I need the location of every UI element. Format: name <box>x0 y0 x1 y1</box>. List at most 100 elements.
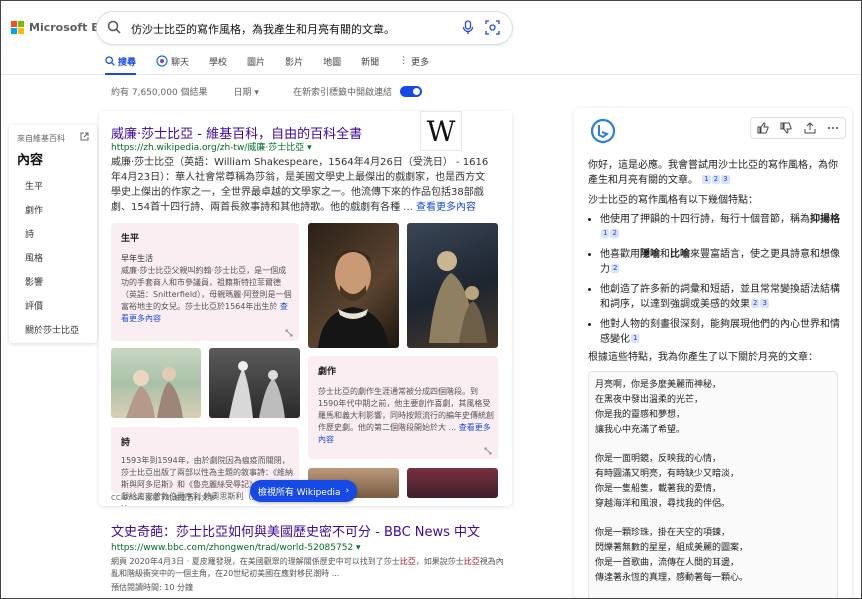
microsoft-logo-icon <box>11 21 24 34</box>
contents-item[interactable]: 詩 <box>25 227 79 251</box>
search-box[interactable]: 仿沙士比亞的寫作風格，為我產生和月亮有關的文章。 <box>97 12 512 44</box>
tab-news[interactable]: 新聞 <box>361 53 379 69</box>
view-all-wikipedia-button[interactable]: 檢視所有 Wikipedia › <box>250 480 357 502</box>
feature-item: 他對人物的刻畫很深刻，能夠展現他們的內心世界和情感變化1 <box>600 317 840 347</box>
external-link-icon[interactable] <box>80 132 89 141</box>
tab-search[interactable]: 搜尋 <box>105 53 137 75</box>
citation-badge[interactable]: 1 <box>631 334 640 343</box>
tab-school[interactable]: 學校 <box>209 53 227 69</box>
source-label: 來自維基百科 <box>17 134 65 143</box>
date-filter[interactable]: 日期 ▾ <box>234 85 259 98</box>
wikipedia-logo: W <box>420 111 462 151</box>
copilot-chat-panel: 你好，這是必應。我會嘗試用沙士比亞的寫作風格，為你產生和月亮有關的文章。 123… <box>574 108 852 598</box>
section-subheading: 早年生活 <box>121 254 153 263</box>
contents-item[interactable]: 評價 <box>25 299 79 323</box>
result-title[interactable]: 文史奇葩：莎士比亞如何與美國歷史密不可分 - BBC News 中文 <box>111 521 511 540</box>
portrait-illustration <box>318 250 389 348</box>
citation-badge[interactable]: 3 <box>760 299 769 308</box>
poem-line: 你是我的靈感和夢想， <box>595 410 686 420</box>
bing-chat-icon <box>590 118 616 144</box>
search-icon <box>105 56 115 66</box>
tab-chat[interactable]: 聊天 <box>156 53 189 69</box>
header: Microsoft Bing 仿沙士比亞的寫作風格，為我產生和月亮有關的文章。 … <box>1 1 861 75</box>
section-heading: 詩 <box>121 438 131 448</box>
search-query[interactable]: 仿沙士比亞的寫作風格，為我產生和月亮有關的文章。 <box>131 21 395 37</box>
visual-search-icon[interactable] <box>485 20 500 35</box>
share-icon[interactable] <box>804 122 816 134</box>
painting-image-dark[interactable] <box>407 223 498 348</box>
expand-icon[interactable] <box>285 329 293 337</box>
response-actions <box>750 117 846 139</box>
result-stats: 約有 7,650,000 個結果 日期 ▾ 在新索引標籤中開啟連結 <box>111 85 422 98</box>
features-title: 沙士比亞的寫作風格有以下幾個特點： <box>588 195 758 206</box>
citation-badge[interactable]: 2 <box>711 175 721 184</box>
citation-badge[interactable]: 1 <box>702 175 711 184</box>
citation-badge[interactable]: 2 <box>751 299 760 308</box>
wiki-result-url[interactable]: https://zh.wikipedia.org/zh-tw/威廉·莎士比亞 ▾ <box>111 140 312 153</box>
poem-line: 有時圓滿又明亮，有時缺少又暗淡， <box>595 469 740 479</box>
newtab-toggle[interactable] <box>399 86 422 97</box>
shakespeare-portrait-image[interactable] <box>308 223 399 348</box>
tab-maps[interactable]: 地圖 <box>323 53 341 69</box>
chevron-right-icon: › <box>345 486 350 496</box>
poem-line: 月亮啊，你是多麼美麗而神秘， <box>595 380 722 390</box>
thumbs-up-icon[interactable] <box>757 122 769 134</box>
tab-images[interactable]: 圖片 <box>247 53 265 69</box>
section-text: 莎士比亞的劇作生涯通常被分成四個階段。到1590年代中期之前，他主要創作喜劇，其… <box>318 387 494 444</box>
search-icon <box>107 20 121 34</box>
browser-page: Microsoft Bing 仿沙士比亞的寫作風格，為我產生和月亮有關的文章。 … <box>0 0 862 599</box>
wiki-description: 威廉·莎士比亞（英語：William Shakespeare，1564年4月26… <box>111 157 489 213</box>
nav-tabs: 搜尋 聊天 學校 圖片 影片 地圖 新聞 ⋮ 更多 <box>105 53 449 75</box>
poem-line: 你是一顆珍珠，掛在天空的項鍊， <box>595 528 731 538</box>
result-snippet: 網頁 2020年4月3日 · 夏皮羅發現，在美國觀眾的理解關係歷史中可以找到了莎… <box>111 557 504 578</box>
poem-block: 月亮啊，你是多麼美麗而神秘， 在黑夜中發出溫柔的光芒， 你是我的靈感和夢想， 讓… <box>588 371 838 598</box>
poem-line: 傳達著永恆的真理，感動著每一顆心。 <box>595 573 749 583</box>
citation-badge[interactable]: 3 <box>721 175 730 184</box>
tab-videos[interactable]: 影片 <box>285 53 303 69</box>
poem-line: 穿越海洋和風浪，尋找我的伴侶。 <box>595 499 731 509</box>
bottom-image-right[interactable] <box>407 468 498 498</box>
feature-item: 他使用了押韻的十四行詩，每行十個音節，稱為抑揚格12 <box>600 212 840 242</box>
wiki-more-link[interactable]: 查看更多內容 <box>416 202 476 213</box>
more-options-icon[interactable] <box>827 122 839 134</box>
thumbs-down-icon[interactable] <box>780 122 792 134</box>
etching-illustration <box>229 361 285 418</box>
result-url[interactable]: https://www.bbc.com/zhongwen/trad/world-… <box>111 543 511 553</box>
etching-image[interactable] <box>209 348 300 418</box>
reading-time: 預估閱讀時間: 10 分鐘 <box>111 583 193 592</box>
contents-item[interactable]: 風格 <box>25 251 79 275</box>
painting-illustration <box>429 251 487 343</box>
contents-item[interactable]: 影響 <box>25 275 79 299</box>
poem-line: 在黑夜中發出溫柔的光芒， <box>595 395 704 405</box>
contents-item[interactable]: 關於莎士比亞 <box>25 323 79 347</box>
result-count: 約有 7,650,000 個結果 <box>111 88 208 98</box>
citation-badge[interactable]: 1 <box>601 229 610 238</box>
chevron-down-icon: ▾ <box>254 88 259 98</box>
contents-list: 生平 劇作 詩 風格 影響 評價 關於莎士比亞 <box>25 179 79 347</box>
poem-line: 閃爍著無數的星星，組成美麗的圖案， <box>595 543 749 553</box>
chat-icon <box>156 55 168 67</box>
poem-line: 你是一面明鏡，反映我的心情， <box>595 454 722 464</box>
contents-item[interactable]: 劇作 <box>25 203 79 227</box>
tab-more[interactable]: ⋮ 更多 <box>399 53 429 69</box>
life-section-card[interactable]: 生平 早年生活 威廉·莎士比亞父親叫約翰·莎士比亞，是一個成功的手套商人和市參議… <box>111 223 299 341</box>
expand-icon[interactable] <box>484 447 492 455</box>
poem-line: 你是一隻船隻，載著我的愛情， <box>595 484 722 494</box>
poem-line: 讓我心中充滿了希望。 <box>595 425 686 435</box>
newtab-label: 在新索引標籤中開啟連結 <box>292 88 392 98</box>
license-text[interactable]: CC-BY-SA 授權下的維基百科文字 <box>111 493 215 503</box>
citation-badge[interactable]: 2 <box>611 264 620 273</box>
section-text: 威廉·莎士比亞父親叫約翰·莎士比亞，是一個成功的手套商人和市參議員，祖籍斯特拉菲… <box>121 266 292 323</box>
microphone-icon[interactable] <box>462 20 474 35</box>
drama-section-card[interactable]: 劇作 莎士比亞的劇作生涯通常被分成四個階段。到1590年代中期之前，他主要創作喜… <box>308 356 498 459</box>
citation-badge[interactable]: 2 <box>610 229 619 238</box>
section-heading: 生平 <box>121 234 140 244</box>
poem-lead: 根據這些特點，我為你產生了以下關於月亮的文章： <box>588 352 818 363</box>
wikipedia-result-card: 威廉·莎士比亞 - 維基百科，自由的百科全書 https://zh.wikipe… <box>99 111 512 506</box>
watercolor-image[interactable] <box>111 348 201 418</box>
search-result: 文史奇葩：莎士比亞如何與美國歷史密不可分 - BBC News 中文 https… <box>111 521 511 593</box>
poem-line: 你是一首歌曲，流傳在人間的耳邊， <box>595 558 740 568</box>
features-list: 他使用了押韻的十四行詩，每行十個音節，稱為抑揚格12 他喜歡用隱喻和比喻來豐富語… <box>600 212 840 352</box>
contents-item[interactable]: 生平 <box>25 179 79 203</box>
chat-intro: 你好，這是必應。我會嘗試用沙士比亞的寫作風格，為你產生和月亮有關的文章。 123 <box>588 160 838 186</box>
